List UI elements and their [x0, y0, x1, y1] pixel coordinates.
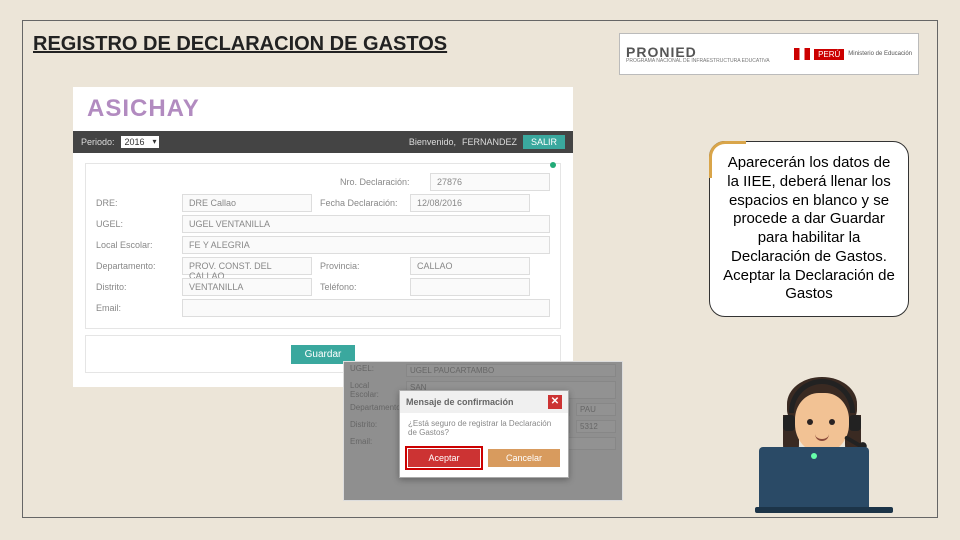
minedu-label: Ministerio de Educación	[848, 51, 912, 57]
ugel-field[interactable]: UGEL VENTANILLA	[182, 215, 550, 233]
prov-label: Provincia:	[320, 261, 402, 271]
dist-label: Distrito:	[96, 282, 174, 292]
fecha-label: Fecha Declaración:	[320, 198, 402, 208]
dre-field[interactable]: DRE Callao	[182, 194, 312, 212]
app-logo: ASICHAY	[73, 87, 573, 131]
slide-frame: REGISTRO DE DECLARACION DE GASTOS PRONIE…	[22, 20, 938, 518]
dep-field[interactable]: PROV. CONST. DEL CALLAO	[182, 257, 312, 275]
cancel-button[interactable]: Cancelar	[488, 449, 560, 467]
nro-decl-field[interactable]: 27876	[430, 173, 550, 191]
local-label: Local Escolar:	[96, 240, 174, 250]
peru-flag-icon	[794, 48, 810, 60]
email-label: Email:	[96, 303, 174, 313]
close-icon[interactable]: ✕	[548, 395, 562, 409]
instruction-callout: Aparecerán los datos de la IIEE, deberá …	[709, 141, 909, 317]
pronied-logo: PRONIED PROGRAMA NACIONAL DE INFRAESTRUC…	[626, 45, 770, 64]
dist-field[interactable]: VENTANILLA	[182, 278, 312, 296]
page-title: REGISTRO DE DECLARACION DE GASTOS	[33, 33, 447, 56]
dialog-header: Mensaje de confirmación ✕	[400, 391, 568, 413]
tel-label: Teléfono:	[320, 282, 402, 292]
app-screenshot-main: ASICHAY Periodo: 2016 Bienvenido, FERNAN…	[73, 87, 573, 387]
status-dot-icon	[550, 162, 556, 168]
confirm-dialog: Mensaje de confirmación ✕ ¿Está seguro d…	[399, 390, 569, 478]
header-logos: PRONIED PROGRAMA NACIONAL DE INFRAESTRUC…	[619, 33, 919, 75]
dep-label: Departamento:	[96, 261, 174, 271]
accept-button[interactable]: Aceptar	[408, 449, 480, 467]
exit-button[interactable]: SALIR	[523, 135, 565, 149]
email-field[interactable]	[182, 299, 550, 317]
ugel-label: UGEL:	[96, 219, 174, 229]
app-topbar: Periodo: 2016 Bienvenido, FERNANDEZ SALI…	[73, 131, 573, 153]
prov-field[interactable]: CALLAO	[410, 257, 530, 275]
local-field[interactable]: FE Y ALEGRIA	[182, 236, 550, 254]
nro-decl-label: Nro. Declaración:	[340, 177, 422, 187]
dre-label: DRE:	[96, 198, 174, 208]
peru-block: PERÚ Ministerio de Educación	[794, 48, 912, 60]
user-name: FERNANDEZ	[462, 137, 517, 147]
dialog-message: ¿Está seguro de registrar la Declaración…	[400, 413, 568, 443]
periodo-label: Periodo:	[81, 137, 115, 147]
peru-badge: PERÚ	[814, 49, 844, 60]
pronied-subtext: PROGRAMA NACIONAL DE INFRAESTRUCTURA EDU…	[626, 59, 770, 64]
form-card: Nro. Declaración: 27876 DRE: DRE Callao …	[85, 163, 561, 329]
app-screenshot-dialog: UGEL:UGEL PAUCARTAMBO Local Escolar:SAN …	[343, 361, 623, 501]
fecha-field[interactable]: 12/08/2016	[410, 194, 530, 212]
pronied-text: PRONIED	[626, 45, 770, 59]
dialog-title: Mensaje de confirmación	[406, 397, 514, 407]
periodo-select[interactable]: 2016	[121, 136, 159, 148]
bienvenido-label: Bienvenido,	[409, 137, 456, 147]
operator-illustration	[749, 359, 899, 509]
tel-field[interactable]	[410, 278, 530, 296]
